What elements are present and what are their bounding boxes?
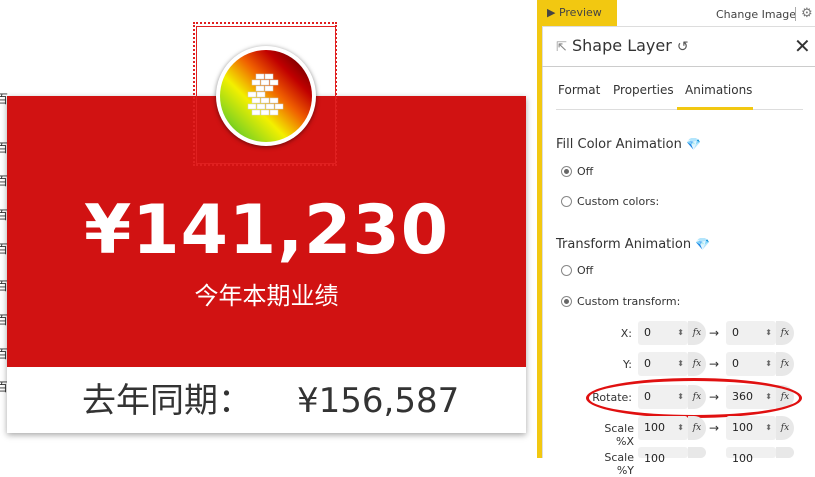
gradient-circle [220, 50, 312, 142]
tab-animations[interactable]: Animations [685, 83, 752, 97]
change-image-link[interactable]: Change Image [716, 8, 796, 21]
x-label: X: [620, 327, 632, 340]
active-tab-indicator [677, 107, 753, 110]
y-from-value: 0 [644, 357, 651, 370]
transform-animation-heading: Transform Animation 💎 [556, 237, 710, 252]
stepper-icon[interactable]: ⬍ [765, 321, 772, 345]
gear-icon[interactable]: ⚙ [801, 6, 813, 21]
toolbar-divider [795, 7, 796, 21]
transform-custom-radio[interactable] [561, 296, 572, 307]
transform-custom-label: Custom transform: [577, 295, 681, 308]
collapse-arrow-icon[interactable]: ⇱ [556, 40, 567, 55]
premium-diamond-icon: 💎 [686, 137, 701, 151]
scale-y-from-value: 100 [644, 452, 665, 465]
panel-header: ⇱ Shape Layer ↺ [556, 36, 689, 55]
stepper-icon[interactable]: ⬍ [677, 321, 684, 345]
tab-format[interactable]: Format [558, 83, 600, 97]
last-year-value: ¥156,587 [297, 381, 460, 421]
report-canvas: 百 百 百 百 百 百 百 百 百 ¥141,230 今年本期业绩 去年同期： … [0, 0, 537, 458]
preview-button[interactable]: ▶ Preview [537, 0, 617, 26]
scale-x-from-input[interactable]: 100 ⬍ [638, 416, 688, 440]
close-icon[interactable]: ✕ [794, 34, 811, 58]
scale-y-label: Scale %Y [604, 451, 634, 477]
fill-off-label: Off [577, 165, 594, 178]
fill-off-radio[interactable] [561, 166, 572, 177]
transform-off-radio[interactable] [561, 265, 572, 276]
y-label: Y: [623, 358, 632, 371]
x-to-input[interactable]: 0 ⬍ [726, 321, 776, 345]
brick-logo-icon [247, 73, 284, 116]
tab-properties[interactable]: Properties [613, 83, 674, 97]
reset-icon[interactable]: ↺ [677, 39, 689, 55]
kpi-label: 今年本期业绩 [194, 282, 339, 310]
last-year-label: 去年同期： [82, 381, 252, 421]
stepper-icon[interactable]: ⬍ [765, 416, 772, 440]
highlight-ellipse [586, 378, 802, 418]
logo-shape[interactable] [216, 46, 316, 146]
scale-x-label: Scale %X [604, 422, 634, 448]
scale-x-to-value: 100 [732, 421, 753, 434]
arrow-right-icon: → [709, 357, 720, 371]
divider [542, 66, 815, 67]
scale-y-to-input[interactable]: 100 [726, 447, 776, 465]
section-title-text: Fill Color Animation [556, 137, 682, 152]
stepper-icon[interactable]: ⬍ [765, 352, 772, 376]
kpi-value: ¥141,230 [83, 191, 450, 270]
x-from-input[interactable]: 0 ⬍ [638, 321, 688, 345]
section-title-text: Transform Animation [556, 237, 692, 252]
fill-color-animation-heading: Fill Color Animation 💎 [556, 137, 701, 152]
x-from-value: 0 [644, 326, 651, 339]
arrow-right-icon: → [709, 421, 720, 435]
y-from-input[interactable]: 0 ⬍ [638, 352, 688, 376]
x-to-value: 0 [732, 326, 739, 339]
scale-x-from-value: 100 [644, 421, 665, 434]
scale-x-to-input[interactable]: 100 ⬍ [726, 416, 776, 440]
stepper-icon[interactable]: ⬍ [677, 352, 684, 376]
arrow-right-icon: → [709, 326, 720, 340]
scale-y-from-input[interactable]: 100 [638, 447, 688, 465]
premium-diamond-icon: 💎 [695, 237, 711, 251]
fx-button[interactable] [776, 447, 794, 458]
transform-off-label: Off [577, 264, 594, 277]
y-to-input[interactable]: 0 ⬍ [726, 352, 776, 376]
y-to-value: 0 [732, 357, 739, 370]
scale-y-to-value: 100 [732, 452, 753, 465]
stepper-icon[interactable]: ⬍ [677, 416, 684, 440]
fill-custom-radio[interactable] [561, 196, 572, 207]
fill-custom-label: Custom colors: [577, 195, 660, 208]
fx-button[interactable] [688, 447, 706, 458]
panel-title: Shape Layer [572, 36, 672, 55]
